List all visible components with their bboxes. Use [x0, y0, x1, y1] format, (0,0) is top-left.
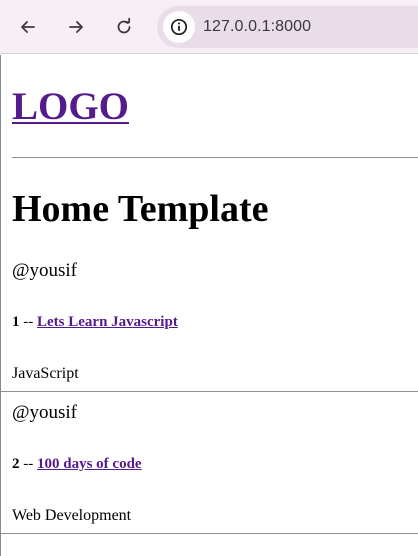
arrow-right-icon: [69, 21, 83, 33]
post-category: Web Development: [12, 507, 132, 524]
post-author: @yousif: [12, 260, 77, 281]
page-viewport: LOGO Home Template @yousif 1 -- Lets Lea…: [0, 55, 418, 556]
post-separator: --: [19, 314, 37, 330]
url-text: 127.0.0.1:8000: [203, 18, 312, 35]
post-title-line: 1 -- Lets Learn Javascript: [12, 312, 178, 332]
arrow-left-icon: [21, 21, 35, 33]
address-bar[interactable]: 127.0.0.1:8000: [157, 6, 418, 48]
header-divider: [12, 157, 418, 158]
post-title-link[interactable]: Lets Learn Javascript: [37, 314, 178, 330]
browser-toolbar: 127.0.0.1:8000: [0, 0, 418, 54]
forward-button[interactable]: [60, 11, 92, 43]
post-number: 1: [12, 314, 20, 330]
post-title-line: 2 -- 100 days of code: [12, 454, 142, 474]
back-button[interactable]: [12, 11, 44, 43]
reload-icon: [117, 17, 131, 34]
post-title-link[interactable]: 100 days of code: [37, 456, 142, 472]
logo-link[interactable]: LOGO: [12, 85, 129, 129]
post-number: 2: [12, 456, 20, 472]
post-separator: --: [19, 456, 37, 472]
post-author: @yousif: [12, 402, 77, 423]
page-title: Home Template: [12, 188, 269, 230]
post-category: JavaScript: [12, 365, 79, 382]
reload-button[interactable]: [108, 11, 140, 43]
site-info-button[interactable]: [163, 11, 195, 43]
info-icon: [170, 18, 188, 36]
post-divider: [1, 391, 418, 392]
post-divider: [1, 533, 418, 534]
